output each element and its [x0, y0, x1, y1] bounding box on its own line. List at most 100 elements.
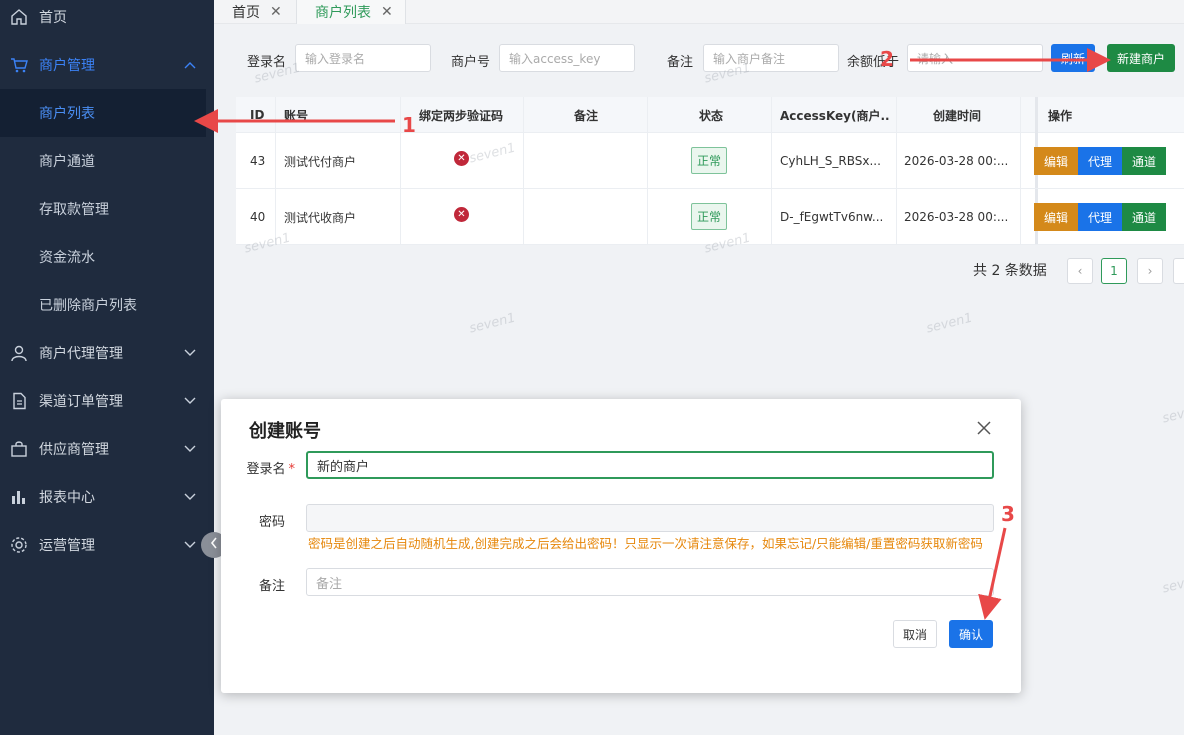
sub-label: 商户列表	[39, 106, 95, 122]
password-hint: 密码是创建之后自动随机生成,创建完成之后会给出密码！只显示一次请注意保存，如果忘…	[308, 536, 983, 551]
chevron-down-icon	[184, 395, 196, 407]
edit-button[interactable]: 编辑	[1034, 203, 1078, 231]
merchant-no-label: 商户号	[451, 55, 491, 70]
channel-button[interactable]: 通道	[1122, 147, 1166, 175]
nav-label: 首页	[39, 10, 67, 26]
table-row: 43 测试代付商户 ✕ 正常 CyhLH_S_RBSx... 2026-03-2…	[236, 133, 1184, 189]
cell-accesskey: CyhLH_S_RBSx...	[780, 154, 881, 168]
sidebar: 首页 商户管理 商户列表 商户通道 存取款管理 资金流水 已删除商户列表 商户代…	[0, 0, 214, 735]
new-merchant-button[interactable]: 新建商户	[1107, 44, 1175, 72]
sub-label: 存取款管理	[39, 202, 109, 218]
annotation-3: 3	[1001, 502, 1015, 526]
next-page-button[interactable]: ›	[1137, 258, 1163, 284]
pager-total: 共 2 条数据	[973, 263, 1047, 279]
nav-item-merchant[interactable]: 商户管理	[0, 41, 214, 89]
edit-button[interactable]: 编辑	[1034, 147, 1078, 175]
remark-field-label: 备注	[258, 579, 285, 594]
annotation-2: 2	[880, 47, 894, 71]
remark-label: 备注	[667, 55, 694, 70]
nav-item-agent[interactable]: 商户代理管理	[0, 329, 214, 377]
login-name-field[interactable]: 新的商户	[306, 451, 994, 479]
nav-label: 商户代理管理	[39, 346, 123, 362]
watermark: seven1	[924, 310, 975, 337]
watermark: seven1	[467, 310, 518, 337]
nav-item-home[interactable]: 首页	[0, 0, 214, 41]
sidebar-item-merchant-channel[interactable]: 商户通道	[0, 137, 214, 185]
document-icon	[9, 391, 29, 411]
sidebar-item-deposit-withdraw[interactable]: 存取款管理	[0, 185, 214, 233]
close-icon[interactable]	[973, 417, 995, 439]
access-key-input[interactable]: 输入access_key	[499, 44, 635, 72]
sidebar-item-merchant-list[interactable]: 商户列表	[0, 89, 206, 137]
tab-merchant-list[interactable]: 商户列表 ✕	[296, 0, 406, 24]
sub-label: 已删除商户列表	[39, 298, 137, 314]
password-field	[306, 504, 994, 532]
merchant-table: ID 账号 绑定两步验证码 备注 状态 AccessKey(商户... 创建时间…	[236, 97, 1184, 245]
cell-created: 2026-03-28 00:...	[904, 210, 1009, 224]
chevron-down-icon	[184, 347, 196, 359]
agent-button[interactable]: 代理	[1078, 147, 1122, 175]
cell-account: 测试代付商户	[284, 154, 357, 169]
col-created: 创建时间	[933, 108, 982, 123]
nav-item-channel-orders[interactable]: 渠道订单管理	[0, 377, 214, 425]
col-2fa: 绑定两步验证码	[419, 108, 504, 123]
page-1-button[interactable]: 1	[1101, 258, 1127, 284]
confirm-button[interactable]: 确认	[949, 620, 993, 648]
close-icon[interactable]: ✕	[381, 4, 393, 20]
prev-page-button[interactable]: ‹	[1067, 258, 1093, 284]
sidebar-item-deleted-merchants[interactable]: 已删除商户列表	[0, 281, 214, 329]
watermark: seven1	[1160, 570, 1184, 597]
login-name-field-label: 登录名 *	[246, 462, 295, 477]
nav-item-supplier[interactable]: 供应商管理	[0, 425, 214, 473]
page-size-select[interactable]	[1173, 258, 1184, 284]
cart-icon	[9, 55, 29, 75]
chevron-up-icon	[184, 59, 196, 71]
cell-account: 测试代收商户	[284, 210, 357, 225]
col-actions: 操作	[1048, 108, 1073, 123]
tab-label: 首页	[232, 5, 260, 21]
nav-item-reports[interactable]: 报表中心	[0, 473, 214, 521]
x-circle-icon: ✕	[454, 151, 469, 166]
tab-bar: 首页 ✕ 商户列表 ✕	[214, 0, 1184, 24]
home-icon	[9, 7, 29, 27]
chevron-left-icon	[210, 537, 218, 553]
watermark: seven1	[1160, 400, 1184, 427]
create-account-dialog: 创建账号 登录名 * 新的商户 密码 密码是创建之后自动随机生成,创建完成之后会给…	[221, 399, 1021, 693]
table-row: 40 测试代收商户 ✕ 正常 D-_fEgwtTv6nw... 2026-03-…	[236, 189, 1184, 245]
tab-label: 商户列表	[315, 5, 371, 21]
bag-icon	[9, 439, 29, 459]
annotation-1: 1	[402, 113, 416, 137]
agent-button[interactable]: 代理	[1078, 203, 1122, 231]
password-field-label: 密码	[258, 515, 285, 530]
bar-chart-icon	[9, 487, 29, 507]
status-badge: 正常	[691, 203, 728, 230]
cell-created: 2026-03-28 00:...	[904, 154, 1009, 168]
col-remark: 备注	[574, 108, 599, 123]
tab-home[interactable]: 首页 ✕	[214, 0, 282, 24]
dialog-title: 创建账号	[249, 421, 321, 442]
login-name-input[interactable]: 输入登录名	[295, 44, 431, 72]
balance-input[interactable]: 请输入	[907, 44, 1043, 72]
nav-label: 报表中心	[39, 490, 95, 506]
chevron-down-icon	[184, 491, 196, 503]
x-circle-icon: ✕	[454, 207, 469, 222]
refresh-button[interactable]: 刷新	[1051, 44, 1095, 72]
status-badge: 正常	[691, 147, 728, 174]
sub-label: 资金流水	[39, 250, 95, 266]
col-account: 账号	[284, 108, 309, 123]
col-accesskey: AccessKey(商户...	[780, 108, 890, 123]
cancel-button[interactable]: 取消	[893, 620, 937, 648]
channel-button[interactable]: 通道	[1122, 203, 1166, 231]
sub-label: 商户通道	[39, 154, 95, 170]
user-icon	[9, 343, 29, 363]
cell-id: 43	[250, 154, 266, 168]
nav-item-operations[interactable]: 运营管理	[0, 521, 214, 569]
sidebar-item-fund-flow[interactable]: 资金流水	[0, 233, 214, 281]
remark-field[interactable]: 备注	[306, 568, 994, 596]
nav-label: 供应商管理	[39, 442, 109, 458]
cell-accesskey: D-_fEgwtTv6nw...	[780, 210, 884, 224]
close-icon[interactable]: ✕	[270, 4, 282, 20]
col-status: 状态	[699, 108, 724, 123]
chevron-down-icon	[184, 539, 196, 551]
nav-label: 商户管理	[39, 58, 95, 74]
